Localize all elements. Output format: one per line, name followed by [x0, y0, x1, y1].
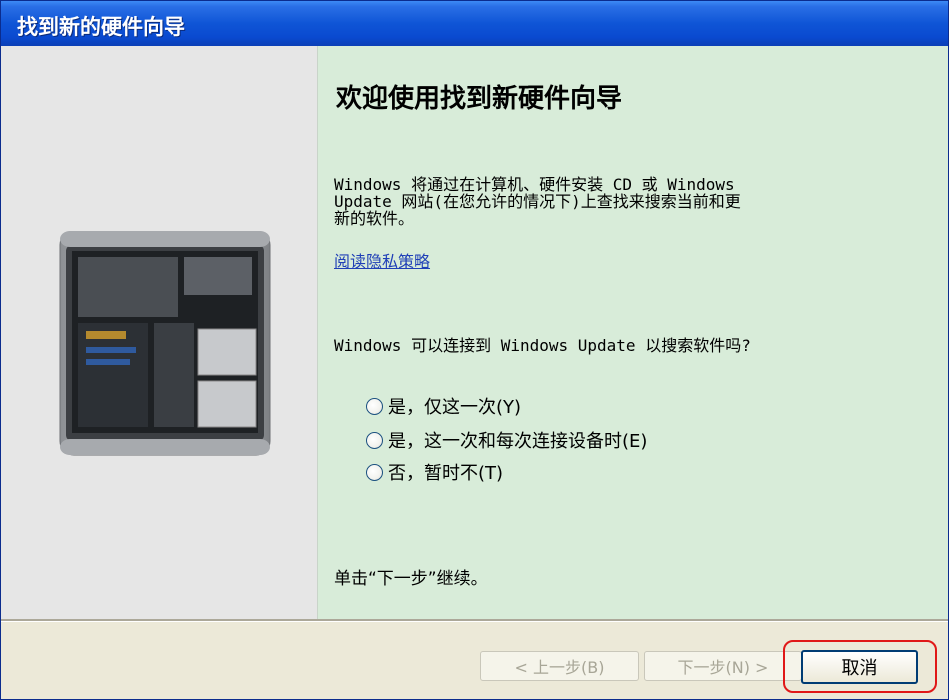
option-label: 否，暂时不(T) — [388, 463, 504, 484]
computer-tower-icon — [59, 231, 271, 456]
wizard-content: 欢迎使用找到新硬件向导 Windows 将通过在计算机、硬件安装 CD 或 Wi… — [318, 46, 948, 619]
description-line: Update 网站(在您允许的情况下)上查找来搜索当前和更 — [334, 192, 741, 211]
privacy-policy-link[interactable]: 阅读隐私策略 — [334, 248, 430, 272]
window-title: 找到新的硬件向导 — [17, 15, 185, 39]
radio-button-icon[interactable] — [366, 463, 383, 481]
button-bar: < 上一步(B) 下一步(N) > 取消 — [1, 622, 948, 699]
radio-button-icon[interactable] — [366, 397, 383, 415]
wizard-description: Windows 将通过在计算机、硬件安装 CD 或 Windows Update… — [334, 176, 894, 227]
next-button[interactable]: 下一步(N) > — [644, 651, 802, 681]
cancel-button[interactable]: 取消 — [801, 650, 918, 684]
connect-question: Windows 可以连接到 Windows Update 以搜索软件吗? — [334, 336, 751, 355]
radio-button-icon[interactable] — [366, 431, 383, 449]
option-label: 是，这一次和每次连接设备时(E) — [388, 431, 648, 452]
back-button[interactable]: < 上一步(B) — [480, 651, 639, 681]
title-bar[interactable]: 找到新的硬件向导 — [1, 1, 948, 46]
description-line: Windows 将通过在计算机、硬件安装 CD 或 Windows — [334, 175, 735, 194]
option-yes-always[interactable]: 是，这一次和每次连接设备时(E) — [366, 427, 647, 453]
option-yes-once[interactable]: 是，仅这一次(Y) — [366, 393, 521, 419]
wizard-heading: 欢迎使用找到新硬件向导 — [336, 84, 623, 114]
description-line: 新的软件。 — [334, 209, 415, 228]
wizard-window: 找到新的硬件向导 欢迎使用找到新硬件向导 Windows 将通过在计算机、硬件安… — [0, 0, 949, 700]
option-label: 是，仅这一次(Y) — [388, 397, 522, 418]
wizard-side-panel — [1, 46, 318, 619]
option-no[interactable]: 否，暂时不(T) — [366, 459, 503, 485]
continue-hint: 单击“下一步”继续。 — [334, 569, 488, 589]
